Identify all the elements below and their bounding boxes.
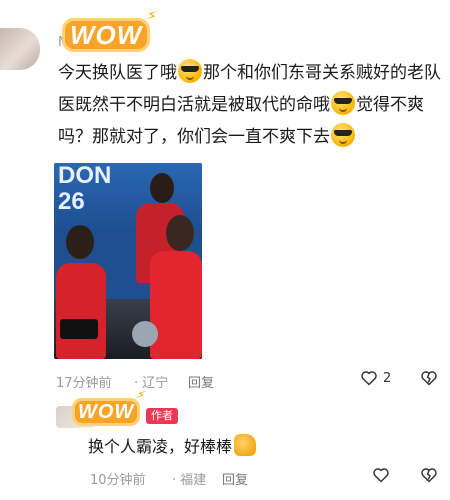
comment-text-part1: 今天换队医了哦: [58, 63, 177, 83]
cool-sunglasses-emoji-icon: [331, 123, 355, 147]
comment-time: 17分钟前: [56, 376, 112, 391]
reply-button[interactable]: 回复: [188, 372, 214, 391]
dislike-broken-heart-icon[interactable]: [420, 370, 438, 386]
photo-person-left-shorts: [60, 319, 98, 339]
author-badge: 作者: [146, 408, 178, 424]
reply-button[interactable]: 回复: [222, 469, 248, 488]
comment-text: 今天换队医了哦 那个和你们东哥关系贼好的老队医既然干不明白活就是被取代的命哦 觉得不…: [58, 57, 443, 153]
photo-person-left-head: [66, 225, 94, 259]
cool-sunglasses-emoji-icon: [331, 91, 355, 115]
comment-photo[interactable]: DON 26: [54, 163, 202, 359]
photo-crouching-person-head: [132, 321, 158, 347]
photo-person-back-head: [150, 173, 174, 203]
thumbs-up-emoji-icon: [234, 434, 257, 456]
photo-person-left: [56, 263, 106, 359]
like-count: 2: [383, 371, 392, 386]
wow-sticker: WOW: [72, 398, 141, 426]
user-avatar[interactable]: [0, 28, 40, 70]
photo-banner-text: DON 26: [58, 163, 112, 215]
comment-time: 10分钟前: [90, 473, 146, 488]
comment-text-body: 换个人霸凌，好棒棒: [88, 437, 233, 456]
like-heart-icon[interactable]: [360, 370, 378, 386]
dislike-broken-heart-icon[interactable]: [420, 467, 438, 483]
cool-sunglasses-emoji-icon: [178, 59, 202, 83]
wow-sticker: WOW: [62, 18, 151, 52]
comment-text: 换个人霸凌，好棒棒: [88, 434, 257, 459]
like-heart-icon[interactable]: [372, 467, 390, 483]
sparkle-icon: ⚡: [143, 4, 161, 27]
photo-person-right: [150, 251, 202, 359]
photo-person-right-head: [166, 215, 194, 251]
comment-location: · 福建: [172, 473, 207, 488]
